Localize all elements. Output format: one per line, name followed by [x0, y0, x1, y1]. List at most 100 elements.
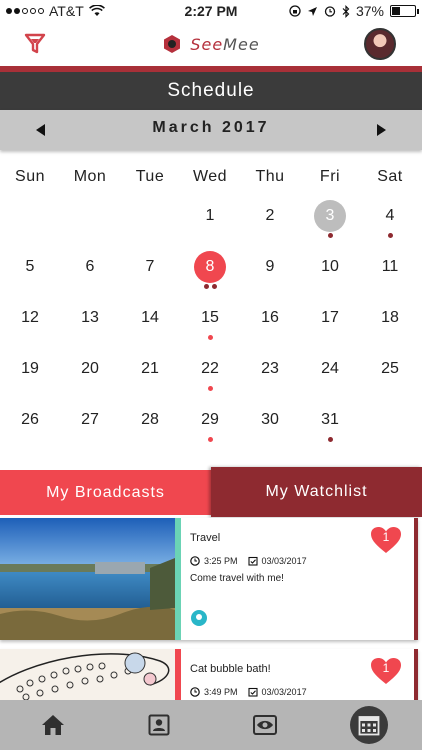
calendar-day[interactable]: 24 [300, 353, 360, 403]
calendar-day[interactable]: 19 [0, 353, 60, 403]
weekday-label: Tue [135, 168, 165, 185]
next-month-icon[interactable] [377, 124, 386, 136]
nav-home[interactable] [0, 700, 106, 750]
weekday-label: Thu [255, 168, 285, 185]
calendar-day[interactable]: 14 [120, 302, 180, 352]
calendar-day[interactable]: 21 [120, 353, 180, 403]
calendar-day[interactable]: 9 [240, 251, 300, 301]
calendar-day[interactable]: 23 [240, 353, 300, 403]
card-title: Travel [190, 532, 221, 544]
day-number: 13 [81, 309, 99, 326]
calendar-day[interactable]: 5 [0, 251, 60, 301]
calendar-day[interactable]: 7 [120, 251, 180, 301]
clock-icon [190, 556, 200, 566]
day-number: 30 [261, 411, 279, 428]
weekday-header-row: Sun Mon Tue Wed Thu Fri Sat [0, 168, 422, 190]
calendar-day[interactable]: 20 [60, 353, 120, 403]
calendar-day[interactable]: 8 [180, 251, 240, 301]
event-dot [211, 284, 217, 289]
event-dots [180, 335, 240, 341]
calendar-day[interactable]: 28 [120, 404, 180, 454]
orientation-lock-icon [289, 5, 301, 17]
weekday-label: Fri [319, 168, 341, 185]
calendar-day[interactable]: 3 [300, 200, 360, 250]
broadcast-card[interactable]: Travel 3:25 PM 03/03/2017 Come travel wi… [0, 518, 418, 640]
like-count: 1 [382, 530, 390, 544]
event-dots [0, 284, 60, 290]
app-header: SeeMee [0, 22, 422, 66]
day-number: 9 [265, 258, 275, 275]
logo-mee: Mee [223, 34, 260, 54]
nav-watch[interactable] [212, 700, 318, 750]
calendar-day[interactable]: 27 [60, 404, 120, 454]
event-dot [327, 437, 333, 442]
calendar-day[interactable]: 30 [240, 404, 300, 454]
tab-bar: My Broadcasts My Watchlist [0, 467, 422, 517]
nav-calendar[interactable] [316, 700, 422, 750]
day-number: 14 [141, 309, 159, 326]
calendar-day[interactable]: 1 [180, 200, 240, 250]
day-number: 27 [81, 411, 99, 428]
eye-icon [253, 715, 277, 735]
event-dots [0, 437, 60, 443]
logo-hex-icon [164, 35, 181, 53]
day-number: 4 [385, 207, 395, 224]
profile-icon [148, 714, 170, 736]
card-date: 03/03/2017 [261, 556, 307, 566]
card-thumbnail [0, 518, 175, 640]
calendar-day[interactable]: 18 [360, 302, 420, 352]
calendar-day[interactable]: 17 [300, 302, 360, 352]
event-dots [120, 335, 180, 341]
calendar-day[interactable]: 16 [240, 302, 300, 352]
tab-my-broadcasts[interactable]: My Broadcasts [0, 470, 211, 515]
today-marker: 8 [194, 251, 226, 283]
calendar-day[interactable]: 26 [0, 404, 60, 454]
day-number: 20 [81, 360, 99, 377]
card-time: 3:49 PM [204, 687, 238, 697]
location-pin-icon[interactable] [191, 610, 207, 626]
event-dots [60, 386, 120, 392]
calendar-grid: 1 2 3 4 5 6 7 8 9 10 11 12 13 14 15 16 17 18 19 20 21 22 23 24 2… [0, 200, 422, 460]
tab-my-watchlist[interactable]: My Watchlist [211, 467, 422, 517]
event-dot [207, 437, 213, 442]
battery-icon [390, 5, 419, 17]
day-number: 16 [261, 309, 279, 326]
calendar-day[interactable]: 12 [0, 302, 60, 352]
card-edge [414, 518, 418, 640]
event-dots [180, 233, 240, 239]
weekday-label: Sat [377, 168, 403, 185]
day-number: 19 [21, 360, 39, 377]
event-dots [60, 437, 120, 443]
event-dots [240, 335, 300, 341]
bluetooth-icon [342, 4, 350, 18]
day-number: 11 [381, 258, 399, 275]
calendar-day[interactable]: 10 [300, 251, 360, 301]
home-icon [42, 715, 64, 735]
calendar-day[interactable]: 11 [360, 251, 420, 301]
location-arrow-icon [307, 6, 317, 16]
calendar-day[interactable]: 6 [60, 251, 120, 301]
calendar-day[interactable]: 22 [180, 353, 240, 403]
bottom-nav [0, 700, 422, 750]
weekday-label: Mon [73, 168, 107, 185]
calendar-day[interactable]: 2 [240, 200, 300, 250]
day-number: 31 [321, 411, 339, 428]
day-number: 15 [201, 309, 219, 326]
day-number: 28 [141, 411, 159, 428]
event-dots [60, 284, 120, 290]
event-dots [300, 335, 360, 341]
day-number: 26 [21, 411, 39, 428]
calendar-day[interactable]: 15 [180, 302, 240, 352]
day-number: 23 [261, 360, 279, 377]
avatar[interactable] [364, 28, 396, 60]
nav-profile[interactable] [106, 700, 212, 750]
event-dot [387, 233, 393, 238]
calendar-day[interactable]: 29 [180, 404, 240, 454]
calendar-day[interactable]: 13 [60, 302, 120, 352]
event-dot [207, 335, 213, 340]
card-date: 03/03/2017 [261, 687, 307, 697]
calendar-day[interactable]: 4 [360, 200, 420, 250]
calendar-day[interactable]: 31 [300, 404, 360, 454]
event-dots [300, 284, 360, 290]
calendar-day[interactable]: 25 [360, 353, 420, 403]
